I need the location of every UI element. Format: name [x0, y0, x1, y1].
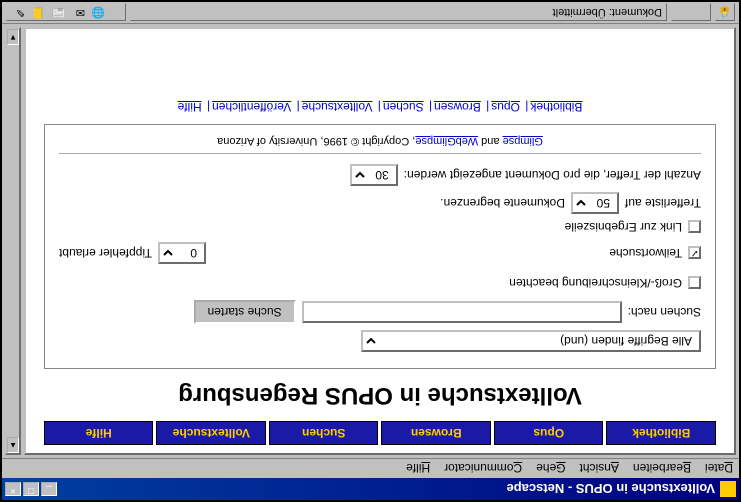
search-input[interactable]: [302, 301, 622, 323]
nav-bibliothek[interactable]: Bibliothek: [607, 421, 717, 445]
limit-select[interactable]: 50: [571, 192, 619, 214]
bn-opus[interactable]: Opus: [491, 100, 520, 114]
nav-volltextsuche[interactable]: Volltextsuche: [157, 421, 267, 445]
menu-ansicht[interactable]: Ansicht: [580, 462, 619, 476]
search-label: Suchen nach:: [628, 305, 701, 319]
minimize-button[interactable]: _: [41, 482, 57, 496]
page-viewport: Bibliothek Opus Browsen Suchen Volltexts…: [24, 27, 736, 455]
match-mode-select[interactable]: Alle Begriffe finden (und): [361, 330, 701, 352]
link-checkbox[interactable]: [688, 221, 701, 234]
menu-gehe[interactable]: Gehe: [536, 462, 565, 476]
window-titlebar: Volltextsuche in OPUS - Netscape _ □ ×: [2, 478, 739, 500]
case-label: Groß-/Kleinschreibung beachten: [509, 276, 682, 290]
limit-label-pre: Trefferliste auf: [625, 196, 701, 210]
partial-label: Teilwortsuche: [609, 246, 682, 260]
typos-select[interactable]: 0: [158, 242, 206, 264]
menubar: Datei Bearbeiten Ansicht Gehe Communicat…: [2, 458, 739, 478]
mailbox-icon[interactable]: ✉: [71, 6, 85, 20]
search-submit-button[interactable]: Suche starten: [194, 300, 296, 324]
news-icon[interactable]: 📰: [51, 6, 65, 20]
netscape-icon: [720, 481, 736, 497]
case-checkbox[interactable]: [688, 277, 701, 290]
nav-browsen[interactable]: Browsen: [382, 421, 492, 445]
bn-bibliothek[interactable]: Bibliothek: [530, 100, 582, 114]
progress-cell: [671, 4, 711, 22]
composer-icon[interactable]: ✎: [11, 6, 25, 20]
glimpse-link[interactable]: Glimpse: [503, 135, 543, 147]
bn-browsen[interactable]: Browsen: [434, 100, 481, 114]
partial-checkbox[interactable]: ✓: [688, 247, 701, 260]
bn-hilfe[interactable]: Hilfe: [178, 100, 202, 114]
nav-opus[interactable]: Opus: [494, 421, 604, 445]
vertical-scrollbar[interactable]: ▲ ▼: [5, 27, 21, 455]
bn-volltextsuche[interactable]: Volltextsuche: [302, 100, 373, 114]
search-form: Alle Begriffe finden (und) Suchen nach: …: [44, 124, 716, 369]
typos-label: Tippfehler erlaubt: [59, 246, 152, 260]
page-title: Volltextsuche in OPUS Regensburg: [44, 381, 716, 409]
scroll-down-icon[interactable]: ▼: [7, 29, 19, 45]
addressbook-icon[interactable]: 📒: [31, 6, 45, 20]
bottom-nav: Bibliothek| Opus| Browsen| Suchen| Vollt…: [44, 100, 716, 114]
statusbar: 🔒 Dokument: Übermittelt 🌐 ✉ 📰 📒 ✎: [2, 2, 739, 24]
component-bar: 🌐 ✉ 📰 📒 ✎: [6, 4, 126, 22]
close-button[interactable]: ×: [5, 482, 21, 496]
scroll-up-icon[interactable]: ▲: [7, 437, 19, 453]
menu-hilfe[interactable]: Hilfe: [406, 462, 430, 476]
nav-hilfe[interactable]: Hilfe: [44, 421, 154, 445]
navigator-icon[interactable]: 🌐: [91, 6, 105, 20]
webglimpse-link[interactable]: WebGlimpse: [415, 135, 478, 147]
menu-bearbeiten[interactable]: Bearbeiten: [633, 462, 691, 476]
credits-line: Glimpse and WebGlimpse, Copyright © 1996…: [59, 135, 701, 147]
window-title: Volltextsuche in OPUS - Netscape: [57, 482, 715, 497]
bn-veroeffentlichen[interactable]: Veröffentlichen: [212, 100, 291, 114]
menu-communicator[interactable]: Communicator: [444, 462, 522, 476]
security-lock-icon[interactable]: 🔒: [715, 4, 735, 22]
top-nav: Bibliothek Opus Browsen Suchen Volltexts…: [44, 421, 716, 445]
nav-suchen[interactable]: Suchen: [269, 421, 379, 445]
divider: [59, 153, 701, 154]
maximize-button[interactable]: □: [23, 482, 39, 496]
perdoc-label: Anzahl der Treffer, die pro Dokument ang…: [404, 168, 701, 182]
limit-label-post: Dokumente begrenzen.: [440, 196, 565, 210]
status-text: Dokument: Übermittelt: [130, 4, 667, 22]
menu-datei[interactable]: Datei: [705, 462, 733, 476]
bn-suchen[interactable]: Suchen: [383, 100, 424, 114]
perdoc-select[interactable]: 30: [350, 164, 398, 186]
link-label: Link zur Ergebniszeile: [565, 220, 682, 234]
